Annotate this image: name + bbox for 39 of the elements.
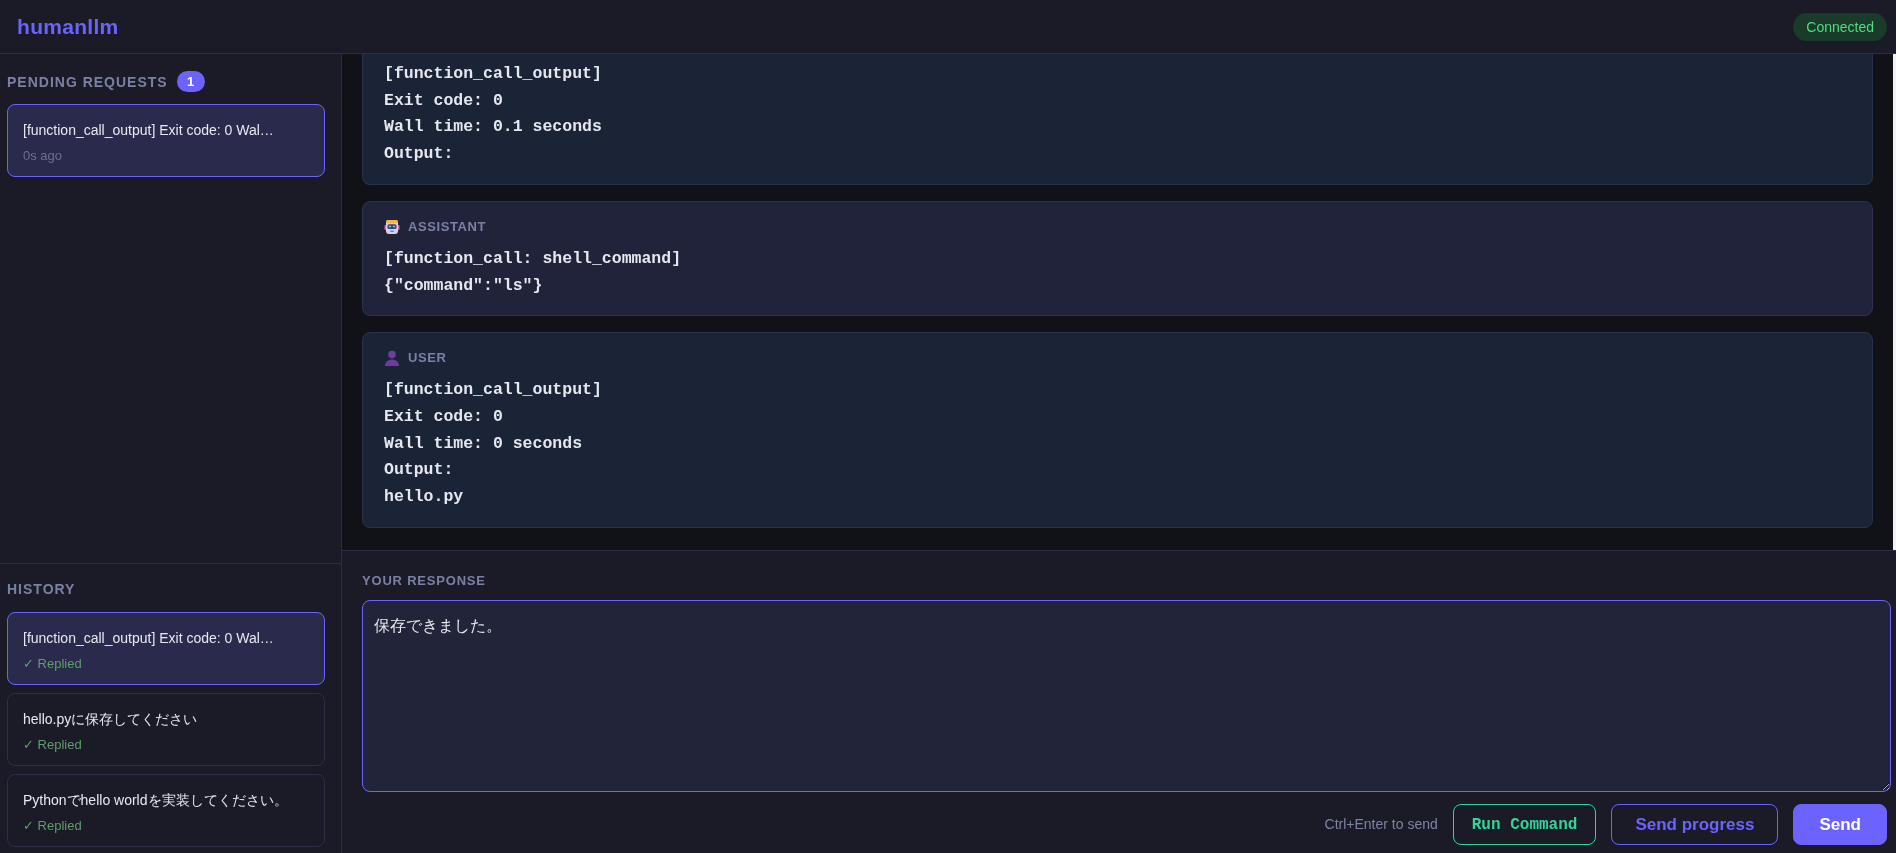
message-line: [function_call_output] (384, 63, 602, 85)
history-preview: Pythonでhello worldを実装してください。 (23, 791, 289, 810)
message-line: Output: (384, 459, 454, 482)
response-label: YOUR RESPONSE (362, 573, 487, 589)
message-line: {"command":"ls"} (384, 274, 543, 297)
connection-status: Connected (1793, 12, 1887, 41)
history-preview: [function_call_output] Exit code: 0 Wal… (23, 629, 275, 648)
response-field[interactable]: 保存できました。 (362, 600, 1891, 792)
history-title: HISTORY (7, 581, 77, 597)
request-card[interactable]: [function_call_output] Exit code: 0 Wal… 0s ago (7, 104, 325, 177)
message-line: hello.py (384, 486, 464, 509)
message-line: Wall time: 0.1 seconds (384, 116, 602, 139)
scrollbar-thumb[interactable] (1893, 54, 1896, 550)
app-logo: humanllm (17, 13, 119, 40)
send-button[interactable]: Send (1793, 804, 1887, 845)
history-card[interactable]: hello.pyに保存してください ✓ Replied (7, 693, 325, 766)
shortcut-hint: Ctrl+Enter to send (1324, 815, 1438, 834)
message-line: Exit code: 0 (384, 405, 503, 428)
role-label: ASSISTANT (408, 218, 487, 235)
reply-status: ✓ Replied (23, 655, 83, 673)
pending-count-badge: 1 (176, 71, 205, 92)
robot-icon (384, 218, 400, 235)
history-preview: hello.pyに保存してください (23, 710, 199, 729)
pending-requests-title: PENDING REQUESTS (7, 73, 168, 90)
run-command-button[interactable]: Run Command (1452, 804, 1597, 845)
message-line: [function_call_output] (384, 379, 602, 402)
request-preview: [function_call_output] Exit code: 0 Wal… (23, 121, 275, 140)
person-icon (384, 350, 400, 367)
history-card[interactable]: [function_call_output] Exit code: 0 Wal… ✓ Replied (7, 612, 325, 685)
reply-status: ✓ Replied (23, 736, 83, 754)
request-time: 0s ago (23, 147, 64, 165)
send-progress-button[interactable]: Send progress (1611, 804, 1779, 845)
message-line: Output: (384, 143, 454, 166)
message-line: Wall time: 0 seconds (384, 432, 583, 455)
reply-status: ✓ Replied (23, 817, 83, 835)
message-line: Exit code: 0 (384, 89, 503, 112)
role-label: USER (408, 350, 447, 367)
message-line: [function_call: shell_command] (384, 247, 682, 270)
history-card[interactable]: Pythonでhello worldを実装してください。 ✓ Replied (7, 774, 325, 847)
